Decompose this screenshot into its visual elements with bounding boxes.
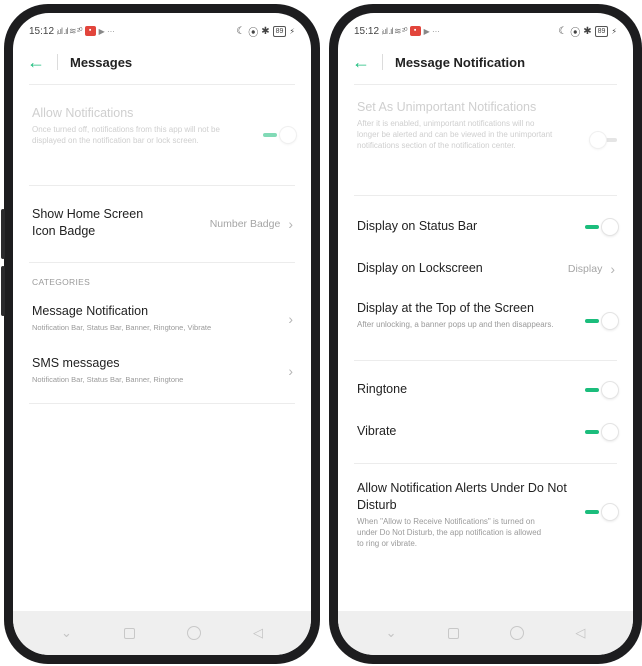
back-arrow-icon[interactable]: ← — [27, 53, 49, 71]
right-phone: 15:12 ᵢₗ.ıl .ıl ≋ ²⁰ ▪ ▶ ··· ☾ ⦿ ✱ 89 ⚡ … — [329, 4, 642, 664]
row-title: Display on Status Bar — [357, 219, 478, 233]
row-title: Allow Notifications — [32, 106, 134, 120]
nav-down-icon[interactable]: ⌄ — [61, 625, 72, 641]
row-subtitle: When "Allow to Receive Notifications" is… — [357, 517, 542, 548]
battery-icon: 89 — [272, 25, 287, 37]
header-divider — [57, 54, 58, 70]
display-top-toggle[interactable] — [585, 312, 619, 330]
vibrate-row[interactable]: Vibrate — [338, 411, 633, 453]
charging-icon: ⚡ — [289, 26, 295, 36]
category-item[interactable]: SMS messages Notification Bar, Status Ba… — [13, 355, 311, 407]
signal-icon: ᵢₗ.ıl .ıl ≋ ²⁰ — [57, 25, 83, 36]
back-arrow-icon[interactable]: ← — [352, 53, 374, 71]
row-subtitle: Notification Bar, Status Bar, Banner, Ri… — [32, 375, 184, 384]
categories-label: CATEGORIES — [32, 277, 91, 287]
row-title: Ringtone — [357, 382, 408, 396]
volume-button — [1, 209, 5, 259]
lockscreen-value: Display — [567, 263, 603, 275]
vibrate-icon: ⦿ — [570, 27, 581, 39]
row-subtitle: Once turned off, notifications from this… — [32, 125, 220, 145]
navigation-bar: ⌄ ◁ — [13, 611, 311, 655]
row-subtitle: Notification Bar, Status Bar, Banner, Ri… — [32, 323, 212, 332]
chevron-right-icon: › — [610, 261, 615, 277]
status-bar: 15:12 ᵢₗ.ıl .ıl ≋ ²⁰ ▪ ▶ ··· ☾ ⦿ ✱ 89 ⚡ — [338, 13, 633, 43]
left-phone: 15:12 ᵢₗ.ıl .ıl ≋ ²⁰ ▪ ▶ ··· ☾ ⦿ ✱ 89 ⚡ … — [1, 4, 320, 664]
row-title: Display at the Top of the Screen — [357, 301, 534, 315]
bluetooth-icon: ✱ — [583, 25, 592, 37]
display-lockscreen-row[interactable]: Display on Lockscreen Display › — [338, 248, 633, 290]
row-title: Allow Notification Alerts Under Do Not D… — [357, 481, 567, 512]
nav-home-icon[interactable] — [186, 626, 201, 640]
ringtone-row[interactable]: Ringtone — [338, 369, 633, 411]
display-top-row[interactable]: Display at the Top of the Screen After u… — [338, 290, 633, 352]
nav-home-icon[interactable] — [510, 626, 525, 640]
row-subtitle: After unlocking, a banner pops up and th… — [357, 320, 554, 329]
header-divider — [382, 54, 383, 70]
unimportant-row: Set As Unimportant Notifications After i… — [338, 85, 633, 195]
app-notification-icon: ▪ — [409, 26, 421, 36]
nav-recents-icon[interactable] — [123, 627, 135, 639]
chevron-right-icon: › — [288, 363, 293, 379]
display-status-bar-row[interactable]: Display on Status Bar — [338, 206, 633, 248]
message-notification-screen: 15:12 ᵢₗ.ıl .ıl ≋ ²⁰ ▪ ▶ ··· ☾ ⦿ ✱ 89 ⚡ … — [338, 13, 633, 655]
clock: 15:12 — [354, 25, 380, 37]
unimportant-toggle — [585, 131, 619, 149]
chevron-right-icon: › — [288, 216, 293, 232]
row-title: Vibrate — [357, 424, 397, 438]
header: ← Messages — [13, 43, 311, 81]
nav-back-icon[interactable]: ◁ — [253, 625, 263, 641]
volume-button — [1, 266, 5, 316]
play-icon: ▶ ··· — [423, 26, 440, 36]
moon-icon: ☾ — [558, 25, 568, 37]
bluetooth-icon: ✱ — [261, 25, 270, 37]
signal-icon: ᵢₗ.ıl .ıl ≋ ²⁰ — [382, 25, 408, 36]
vibrate-toggle[interactable] — [585, 423, 619, 441]
row-subtitle: After it is enabled, unimportant notific… — [357, 119, 553, 150]
page-title: Messages — [70, 54, 133, 70]
vibrate-icon: ⦿ — [248, 27, 259, 39]
nav-back-icon[interactable]: ◁ — [575, 625, 585, 641]
header: ← Message Notification — [338, 43, 633, 81]
badge-value: Number Badge — [209, 218, 281, 230]
dnd-toggle[interactable] — [585, 503, 619, 521]
moon-icon: ☾ — [236, 25, 246, 37]
row-title: Set As Unimportant Notifications — [357, 100, 537, 114]
app-notification-icon: ▪ — [84, 26, 96, 36]
page-title: Message Notification — [395, 54, 526, 70]
allow-notifications-toggle — [263, 126, 297, 144]
nav-down-icon[interactable]: ⌄ — [386, 625, 397, 641]
nav-recents-icon[interactable] — [447, 627, 459, 639]
battery-icon: 89 — [594, 25, 609, 37]
clock: 15:12 — [29, 25, 55, 37]
row-title: SMS messages — [32, 356, 120, 370]
display-status-bar-toggle[interactable] — [585, 218, 619, 236]
category-item[interactable]: Message Notification Notification Bar, S… — [13, 303, 311, 355]
chevron-right-icon: › — [288, 311, 293, 327]
messages-screen: 15:12 ᵢₗ.ıl .ıl ≋ ²⁰ ▪ ▶ ··· ☾ ⦿ ✱ 89 ⚡ … — [13, 13, 311, 655]
row-title: Message Notification — [32, 304, 149, 318]
navigation-bar: ⌄ ◁ — [338, 611, 633, 655]
status-bar: 15:12 ᵢₗ.ıl .ıl ≋ ²⁰ ▪ ▶ ··· ☾ ⦿ ✱ 89 ⚡ — [13, 13, 311, 43]
charging-icon: ⚡ — [611, 26, 617, 36]
home-badge-row[interactable]: Show Home Screen Icon Badge Number Badge… — [13, 186, 311, 262]
play-icon: ▶ ··· — [98, 26, 115, 36]
dnd-row[interactable]: Allow Notification Alerts Under Do Not D… — [338, 464, 633, 560]
allow-notifications-row: Allow Notifications Once turned off, not… — [13, 85, 311, 185]
row-title: Show Home Screen Icon Badge — [32, 207, 144, 238]
ringtone-toggle[interactable] — [585, 381, 619, 399]
